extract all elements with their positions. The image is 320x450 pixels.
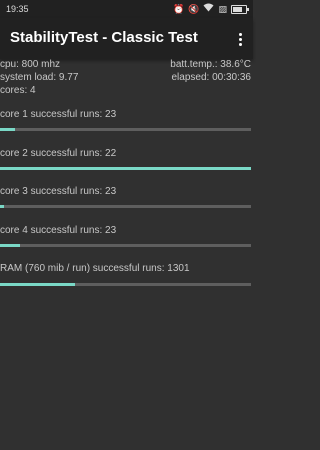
core-2-progress-track [0,167,251,170]
battery-temperature: batt.temp.: 38.6°C [170,59,251,70]
cpu-frequency: cpu: 800 mhz [0,59,61,70]
ram-progress-fill [0,283,76,286]
status-bar: 19:35 ⏰ 🔇 ▨ [0,0,253,18]
core-2-progress-fill [0,167,251,170]
more-vert-icon[interactable] [234,29,246,49]
ram-progress-track [0,283,251,286]
core-3-label: core 3 successful runs: 23 [0,186,117,197]
info-panel: cpu: 800 mhz batt.temp.: 38.6°C system l… [0,58,253,97]
wifi-icon [203,3,214,15]
status-time: 19:35 [6,4,29,14]
core-4-progress-fill [0,244,21,247]
core-4-label: core 4 successful runs: 23 [0,225,117,236]
ram-label: RAM (760 mib / run) successful runs: 130… [0,263,190,274]
sim-icon: ▨ [218,3,227,14]
status-icons: ⏰ 🔇 ▨ [173,3,249,15]
battery-icon [231,4,249,14]
core-3-progress-track [0,205,251,208]
core-1-progress-track [0,128,251,131]
mute-icon: 🔇 [188,3,200,14]
core-1-label: core 1 successful runs: 23 [0,109,117,120]
core-2-label: core 2 successful runs: 22 [0,148,117,159]
app-bar: StabilityTest - Classic Test [0,18,253,59]
elapsed-time: elapsed: 00:30:36 [171,72,251,83]
core-3-progress-fill [0,205,4,208]
core-4-progress-track [0,244,251,247]
core-1-progress-fill [0,128,16,131]
core-count: cores: 4 [0,85,36,96]
alarm-icon: ⏰ [173,3,185,14]
system-load: system load: 9.77 [0,72,79,83]
app-title: StabilityTest - Classic Test [10,29,198,46]
